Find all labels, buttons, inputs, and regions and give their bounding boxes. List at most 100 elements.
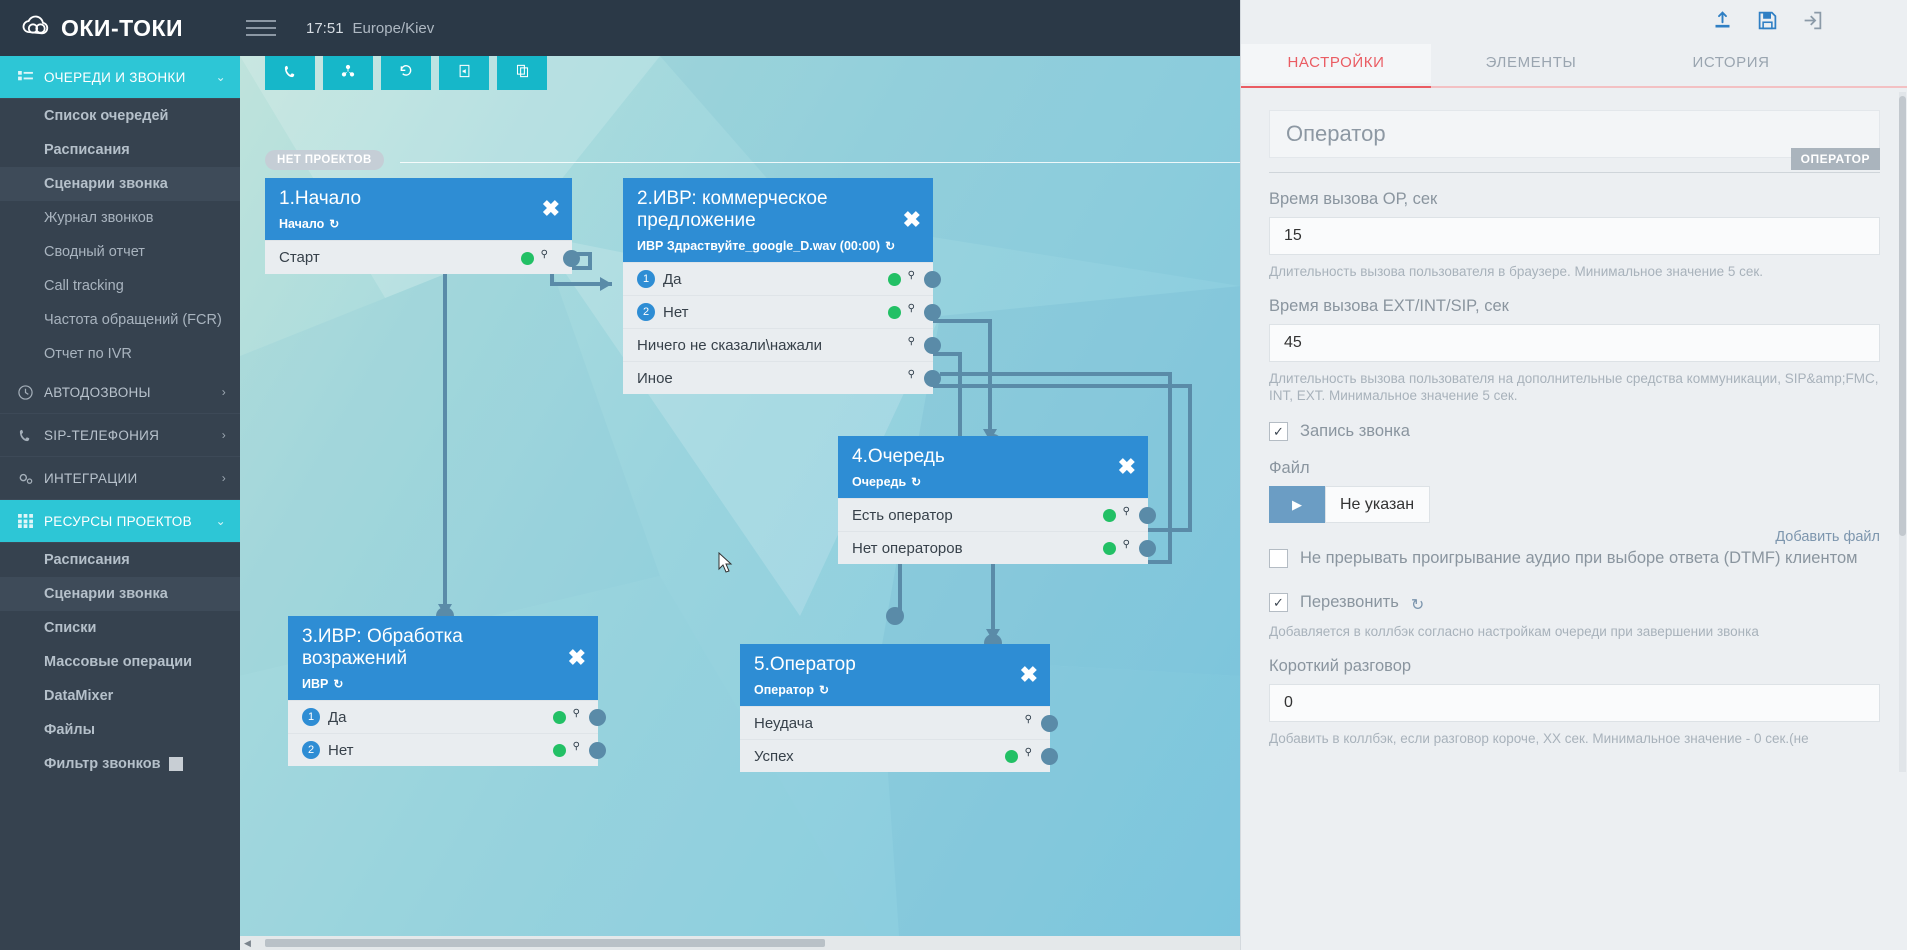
chevron-right-icon[interactable]: › xyxy=(222,471,226,485)
upload-icon[interactable] xyxy=(1712,10,1733,36)
sidebar-item-4-4[interactable]: DataMixer xyxy=(0,679,240,713)
sidebar-item-label: Частота обращений (FCR) xyxy=(44,312,222,328)
node-row[interactable]: Неудача ⚲ xyxy=(740,706,1058,739)
output-dot-green[interactable] xyxy=(1005,750,1018,763)
chevron-down-icon[interactable]: ⌄ xyxy=(216,514,226,528)
scrollbar-thumb[interactable] xyxy=(264,939,825,947)
save-icon[interactable] xyxy=(1757,10,1778,36)
refresh-icon[interactable]: ↻ xyxy=(885,239,895,253)
tab-elements-panel[interactable]: ЭЛЕМЕНТЫ xyxy=(1431,44,1631,83)
sidebar-item-4-3[interactable]: Массовые операции xyxy=(0,645,240,679)
node-row[interactable]: Нет операторов ⚲ xyxy=(838,531,1156,564)
output-dot-green[interactable] xyxy=(553,744,566,757)
output-dot-blue[interactable] xyxy=(1041,715,1058,732)
sidebar-item-0-5[interactable]: Call tracking xyxy=(0,269,240,303)
dtmf-checkbox[interactable] xyxy=(1269,549,1288,568)
brand-logo[interactable]: ОКИ-ТОКИ xyxy=(0,15,240,42)
node-5-operator[interactable]: 5.Оператор Оператор ↻ ✖ Неудача ⚲ Успех … xyxy=(740,644,1058,772)
output-dot-green[interactable] xyxy=(888,306,901,319)
sidebar-item-0-4[interactable]: Сводный отчет xyxy=(0,235,240,269)
dtmf-checkbox-row[interactable]: Не прерывать проигрывание аудио при выбо… xyxy=(1269,547,1880,569)
sidebar-item-0-0[interactable]: Список очередей xyxy=(0,99,240,133)
node-row[interactable]: Старт ⚲ xyxy=(265,240,580,274)
close-x-icon[interactable]: ✖ xyxy=(568,647,586,669)
scenario-canvas[interactable]: НЕТ ПРОЕКТОВ Сценарий звонка Настройки xyxy=(240,56,1240,950)
record-call-checkbox-row[interactable]: ✓ Запись звонка xyxy=(1269,420,1880,442)
close-x-icon[interactable]: ✖ xyxy=(1020,664,1038,686)
output-dot-green[interactable] xyxy=(553,711,566,724)
close-x-icon[interactable]: ✖ xyxy=(1118,456,1136,478)
output-dot-blue[interactable] xyxy=(589,742,606,759)
node-row[interactable]: 2 Нет ⚲ xyxy=(288,733,606,766)
panel-scrollbar-thumb[interactable] xyxy=(1899,96,1906,536)
node-2-ivr-commercial[interactable]: 2.ИВР: коммерческое предложение ИВР Здра… xyxy=(623,178,941,394)
tab-history-panel[interactable]: ИСТОРИЯ xyxy=(1631,44,1831,83)
output-dot-blue[interactable] xyxy=(924,304,941,321)
chevron-down-icon[interactable]: ⌄ xyxy=(216,70,226,84)
node-row[interactable]: 2 Нет ⚲ xyxy=(623,295,941,328)
play-icon[interactable]: ▶ xyxy=(1269,486,1325,523)
output-dot-blue[interactable] xyxy=(589,709,606,726)
chevron-right-icon[interactable]: › xyxy=(222,385,226,399)
file-select[interactable]: Не указан xyxy=(1325,486,1430,523)
close-x-icon[interactable]: ✖ xyxy=(903,209,921,231)
sidebar-item-4-6[interactable]: Фильтр звонков xyxy=(0,747,240,781)
sidebar-group-3[interactable]: ИНТЕГРАЦИИ › xyxy=(0,457,240,500)
callback-checkbox-row[interactable]: ✓ Перезвонить ↻ xyxy=(1269,591,1880,615)
sidebar-item-4-1[interactable]: Сценарии звонка xyxy=(0,577,240,611)
sidebar-group-4[interactable]: РЕСУРСЫ ПРОЕКТОВ ⌄ xyxy=(0,500,240,543)
refresh-icon[interactable]: ↻ xyxy=(819,683,829,697)
output-dot-blue[interactable] xyxy=(924,337,941,354)
output-dot-blue[interactable] xyxy=(924,370,941,387)
sidebar-group-2[interactable]: SIP-ТЕЛЕФОНИЯ › xyxy=(0,414,240,457)
sidebar-item-checkbox[interactable] xyxy=(168,757,183,771)
add-file-link[interactable]: Добавить файл xyxy=(1269,529,1880,545)
sidebar-item-0-2[interactable]: Сценарии звонка xyxy=(0,167,240,201)
output-dot-blue[interactable] xyxy=(1041,748,1058,765)
output-dot-green[interactable] xyxy=(1103,542,1116,555)
node-1-start[interactable]: 1.Начало Начало ↻ ✖ Старт ⚲ xyxy=(265,178,580,274)
close-x-icon[interactable]: ✖ xyxy=(542,198,560,220)
output-dot-blue[interactable] xyxy=(924,271,941,288)
node-row-label: Да xyxy=(328,708,347,726)
refresh-icon[interactable]: ↻ xyxy=(329,217,339,231)
callback-checkbox[interactable]: ✓ xyxy=(1269,593,1288,612)
refresh-icon[interactable]: ↻ xyxy=(911,475,921,489)
node-row[interactable]: Иное ⚲ xyxy=(623,361,941,394)
refresh-icon[interactable]: ↻ xyxy=(333,677,343,691)
node-row[interactable]: Есть оператор ⚲ xyxy=(838,498,1156,531)
sidebar-item-4-0[interactable]: Расписания xyxy=(0,543,240,577)
output-dot-green[interactable] xyxy=(521,252,534,265)
output-dot-blue[interactable] xyxy=(1139,507,1156,524)
tab-settings-panel[interactable]: НАСТРОЙКИ xyxy=(1241,44,1431,83)
record-call-checkbox[interactable]: ✓ xyxy=(1269,422,1288,441)
sidebar-item-0-7[interactable]: Отчет по IVR xyxy=(0,337,240,371)
node-3-ivr-objections[interactable]: 3.ИВР: Обработка возражений ИВР ↻ ✖ 1 Да… xyxy=(288,616,606,766)
sidebar-group-0[interactable]: ОЧЕРЕДИ И ЗВОНКИ ⌄ xyxy=(0,56,240,99)
sidebar-item-0-1[interactable]: Расписания xyxy=(0,133,240,167)
node-row[interactable]: Успех ⚲ xyxy=(740,739,1058,772)
sidebar-group-1[interactable]: АВТОДОЗВОНЫ › xyxy=(0,371,240,414)
chevron-right-icon[interactable]: › xyxy=(222,428,226,442)
exit-icon[interactable] xyxy=(1802,10,1823,36)
node-4-queue[interactable]: 4.Очередь Очередь ↻ ✖ Есть оператор ⚲ Не… xyxy=(838,436,1156,564)
node-row[interactable]: Ничего не сказали\нажали ⚲ xyxy=(623,328,941,361)
output-dot-green[interactable] xyxy=(888,273,901,286)
short-talk-input[interactable] xyxy=(1269,684,1880,722)
node-row[interactable]: 1 Да ⚲ xyxy=(623,262,941,295)
hamburger-menu-icon[interactable] xyxy=(246,20,290,36)
output-dot-blue[interactable] xyxy=(563,250,580,267)
sidebar-item-4-2[interactable]: Списки xyxy=(0,611,240,645)
scroll-left-arrow-icon[interactable]: ◀ xyxy=(240,938,255,949)
canvas-horizontal-scrollbar[interactable]: ◀ xyxy=(240,936,1240,950)
sidebar-item-0-3[interactable]: Журнал звонков xyxy=(0,201,240,235)
sidebar-item-0-6[interactable]: Частота обращений (FCR) xyxy=(0,303,240,337)
node-name-input[interactable]: Оператор xyxy=(1269,110,1880,158)
output-dot-green[interactable] xyxy=(1103,509,1116,522)
node-row[interactable]: 1 Да ⚲ xyxy=(288,700,606,733)
ext-call-time-input[interactable] xyxy=(1269,324,1880,362)
op-call-time-input[interactable] xyxy=(1269,217,1880,255)
refresh-icon[interactable]: ↻ xyxy=(1411,595,1424,615)
sidebar-item-4-5[interactable]: Файлы xyxy=(0,713,240,747)
output-dot-blue[interactable] xyxy=(1139,540,1156,557)
